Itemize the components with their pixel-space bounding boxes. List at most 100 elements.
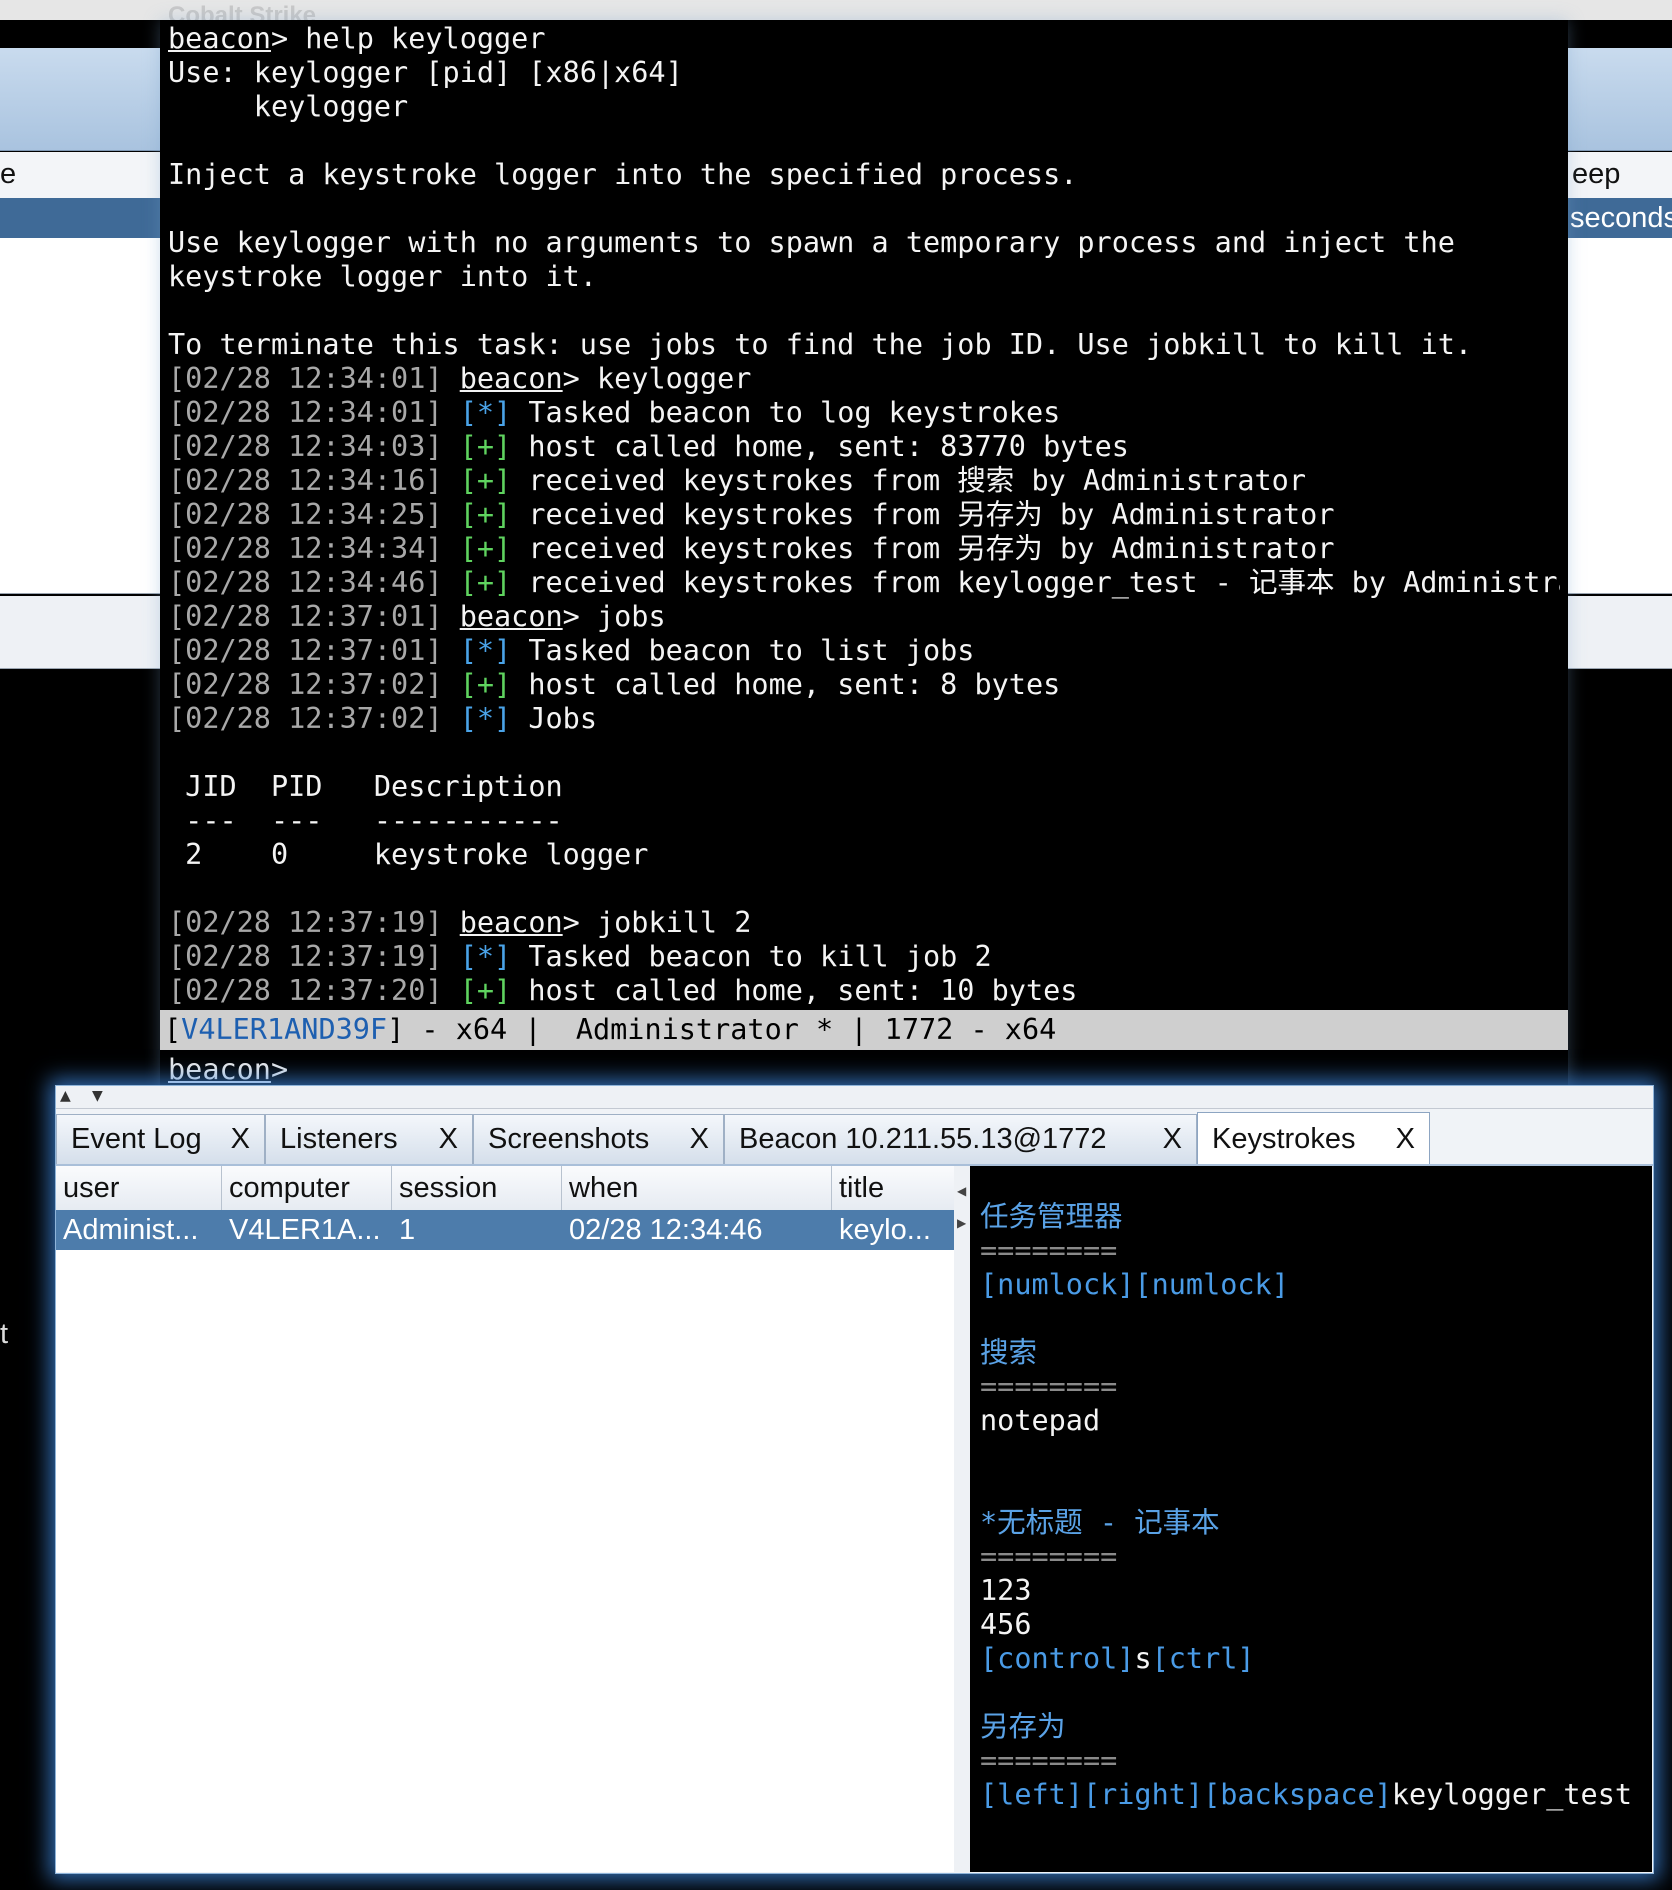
success-marker: [+] — [459, 974, 512, 1007]
typed-text: 123 — [980, 1574, 1032, 1607]
line-text: Tasked beacon to log keystrokes — [511, 396, 1061, 429]
tab-close-icon[interactable]: X — [690, 1123, 709, 1156]
timestamp: [02/28 12:37:20] — [168, 974, 460, 1007]
tab-close-icon[interactable]: X — [1396, 1123, 1415, 1156]
line-text: Tasked beacon to list jobs — [511, 634, 975, 667]
column-title[interactable]: title — [832, 1166, 954, 1210]
special-key: [backspace] — [1203, 1778, 1392, 1811]
console-line: [02/28 12:37:02] [+] host called home, s… — [168, 668, 1560, 702]
timestamp: [02/28 12:37:01] — [168, 600, 460, 633]
line-text: Jobs — [511, 702, 597, 735]
column-session[interactable]: session — [392, 1166, 562, 1210]
keystroke-line: ======== — [980, 1370, 1632, 1404]
line-text: received keystrokes from 另存为 by Administ… — [511, 498, 1335, 531]
divider-right-arrow-icon[interactable]: ▶ — [957, 1216, 966, 1230]
keystroke-line — [980, 1472, 1632, 1506]
special-key: [right] — [1082, 1778, 1204, 1811]
success-marker: [+] — [459, 430, 512, 463]
column-user[interactable]: user — [56, 1166, 222, 1210]
tab-keystrokes[interactable]: Keystrokes X — [1197, 1112, 1430, 1166]
special-key: [control] — [980, 1642, 1135, 1675]
tab-label: Keystrokes — [1212, 1123, 1356, 1155]
console-line: [02/28 12:37:01] [*] Tasked beacon to li… — [168, 634, 1560, 668]
timestamp: [02/28 12:37:19] — [168, 906, 460, 939]
window-title: 另存为 — [980, 1710, 1066, 1743]
keystrokes-text: 任务管理器 ======== [numlock][numlock] 搜索 =======… — [980, 1166, 1632, 1812]
timestamp: [02/28 12:34:03] — [168, 430, 460, 463]
line-text: host called home, sent: 8 bytes — [511, 668, 1061, 701]
console-line: [02/28 12:34:01] [*] Tasked beacon to lo… — [168, 396, 1560, 430]
timestamp: [02/28 12:34:01] — [168, 396, 460, 429]
tab-label: Listeners — [280, 1123, 398, 1155]
line-text: received keystrokes from keylogger_test … — [511, 566, 1560, 599]
console-line: [02/28 12:34:03] [+] host called home, s… — [168, 430, 1560, 464]
line-text: Tasked beacon to kill job 2 — [511, 940, 992, 973]
keystroke-line: 任务管理器 — [980, 1200, 1632, 1234]
line-text: host called home, sent: 83770 bytes — [511, 430, 1129, 463]
info-marker: [*] — [459, 634, 512, 667]
console-line: [02/28 12:37:19] beacon> jobkill 2 — [168, 906, 1560, 940]
console-status-bar: [V4LER1AND39F] - x64 | Administrator * |… — [160, 1010, 1568, 1050]
line-text: received keystrokes from 另存为 by Administ… — [511, 532, 1335, 565]
tab-close-icon[interactable]: X — [439, 1123, 458, 1156]
info-marker: [*] — [459, 396, 512, 429]
column-when[interactable]: when — [562, 1166, 832, 1210]
cell-title: keylo... — [839, 1214, 931, 1246]
pane-divider[interactable]: ◀ ▶ — [954, 1166, 970, 1872]
line-text: Inject a keystroke logger into the speci… — [168, 158, 1078, 191]
cell-when: 02/28 12:34:46 — [569, 1214, 763, 1246]
console-line: [02/28 12:34:46] [+] received keystrokes… — [168, 566, 1560, 600]
timestamp: [02/28 12:34:34] — [168, 532, 460, 565]
info-marker: [*] — [459, 940, 512, 973]
console-input[interactable]: beacon> — [168, 1050, 1560, 1090]
expand-down-icon[interactable]: ▼ — [92, 1088, 103, 1104]
window-title: 搜索 — [980, 1336, 1038, 1369]
background-sleep-value: seconds — [1570, 202, 1672, 234]
tab-label: Screenshots — [488, 1123, 650, 1155]
special-key: [numlock] — [980, 1268, 1135, 1301]
table-row[interactable]: Administ... V4LER1A... 1 02/28 12:34:46 … — [56, 1210, 954, 1250]
separator: ======== — [980, 1234, 1118, 1267]
typed-text: notepad — [980, 1404, 1101, 1437]
line-text: received keystrokes from 搜索 by Administr… — [511, 464, 1307, 497]
tab-close-icon[interactable]: X — [231, 1123, 250, 1156]
tab-event-log[interactable]: Event Log X — [56, 1114, 265, 1164]
console-line: [02/28 12:34:16] [+] received keystrokes… — [168, 464, 1560, 498]
keystroke-line — [980, 1302, 1632, 1336]
column-computer[interactable]: computer — [222, 1166, 392, 1210]
window-title: *无标题 - 记事本 — [980, 1506, 1220, 1539]
divider-left-arrow-icon[interactable]: ◀ — [957, 1184, 966, 1198]
tab-screenshots[interactable]: Screenshots X — [473, 1114, 724, 1164]
prompt-label: beacon — [459, 362, 563, 395]
keystroke-line — [980, 1438, 1632, 1472]
collapse-up-icon[interactable]: ▲ — [60, 1088, 71, 1104]
table-header: user computer session when title — [56, 1166, 954, 1211]
console-line: keystroke logger into it. — [168, 260, 1560, 294]
line-text: 2 0 keystroke logger — [168, 838, 649, 871]
line-text: keylogger — [168, 90, 409, 123]
keystroke-line: *无标题 - 记事本 — [980, 1506, 1632, 1540]
keystroke-line: ======== — [980, 1234, 1632, 1268]
split-pane-divider[interactable]: ▲ ▼ — [56, 1086, 1653, 1109]
keystroke-line: ======== — [980, 1744, 1632, 1778]
timestamp: [02/28 12:34:25] — [168, 498, 460, 531]
input-prompt-suffix: > — [270, 1053, 289, 1086]
line-text: To terminate this task: use jobs to find… — [168, 328, 1473, 361]
typed-text: 456 — [980, 1608, 1032, 1641]
tab-close-icon[interactable]: X — [1163, 1123, 1182, 1156]
keystroke-line: ======== — [980, 1540, 1632, 1574]
line-text: keystroke logger into it. — [168, 260, 597, 293]
keystroke-line: notepad — [980, 1404, 1632, 1438]
success-marker: [+] — [459, 532, 512, 565]
keystrokes-table: user computer session when title Adminis… — [56, 1166, 955, 1872]
console-line: --- --- ----------- — [168, 804, 1560, 838]
console-line: [02/28 12:34:34] [+] received keystrokes… — [168, 532, 1560, 566]
tab-listeners[interactable]: Listeners X — [265, 1114, 473, 1164]
separator: ======== — [980, 1540, 1118, 1573]
cell-computer: V4LER1A... — [229, 1214, 381, 1246]
tab-beacon[interactable]: Beacon 10.211.55.13@1772 X — [724, 1114, 1197, 1164]
